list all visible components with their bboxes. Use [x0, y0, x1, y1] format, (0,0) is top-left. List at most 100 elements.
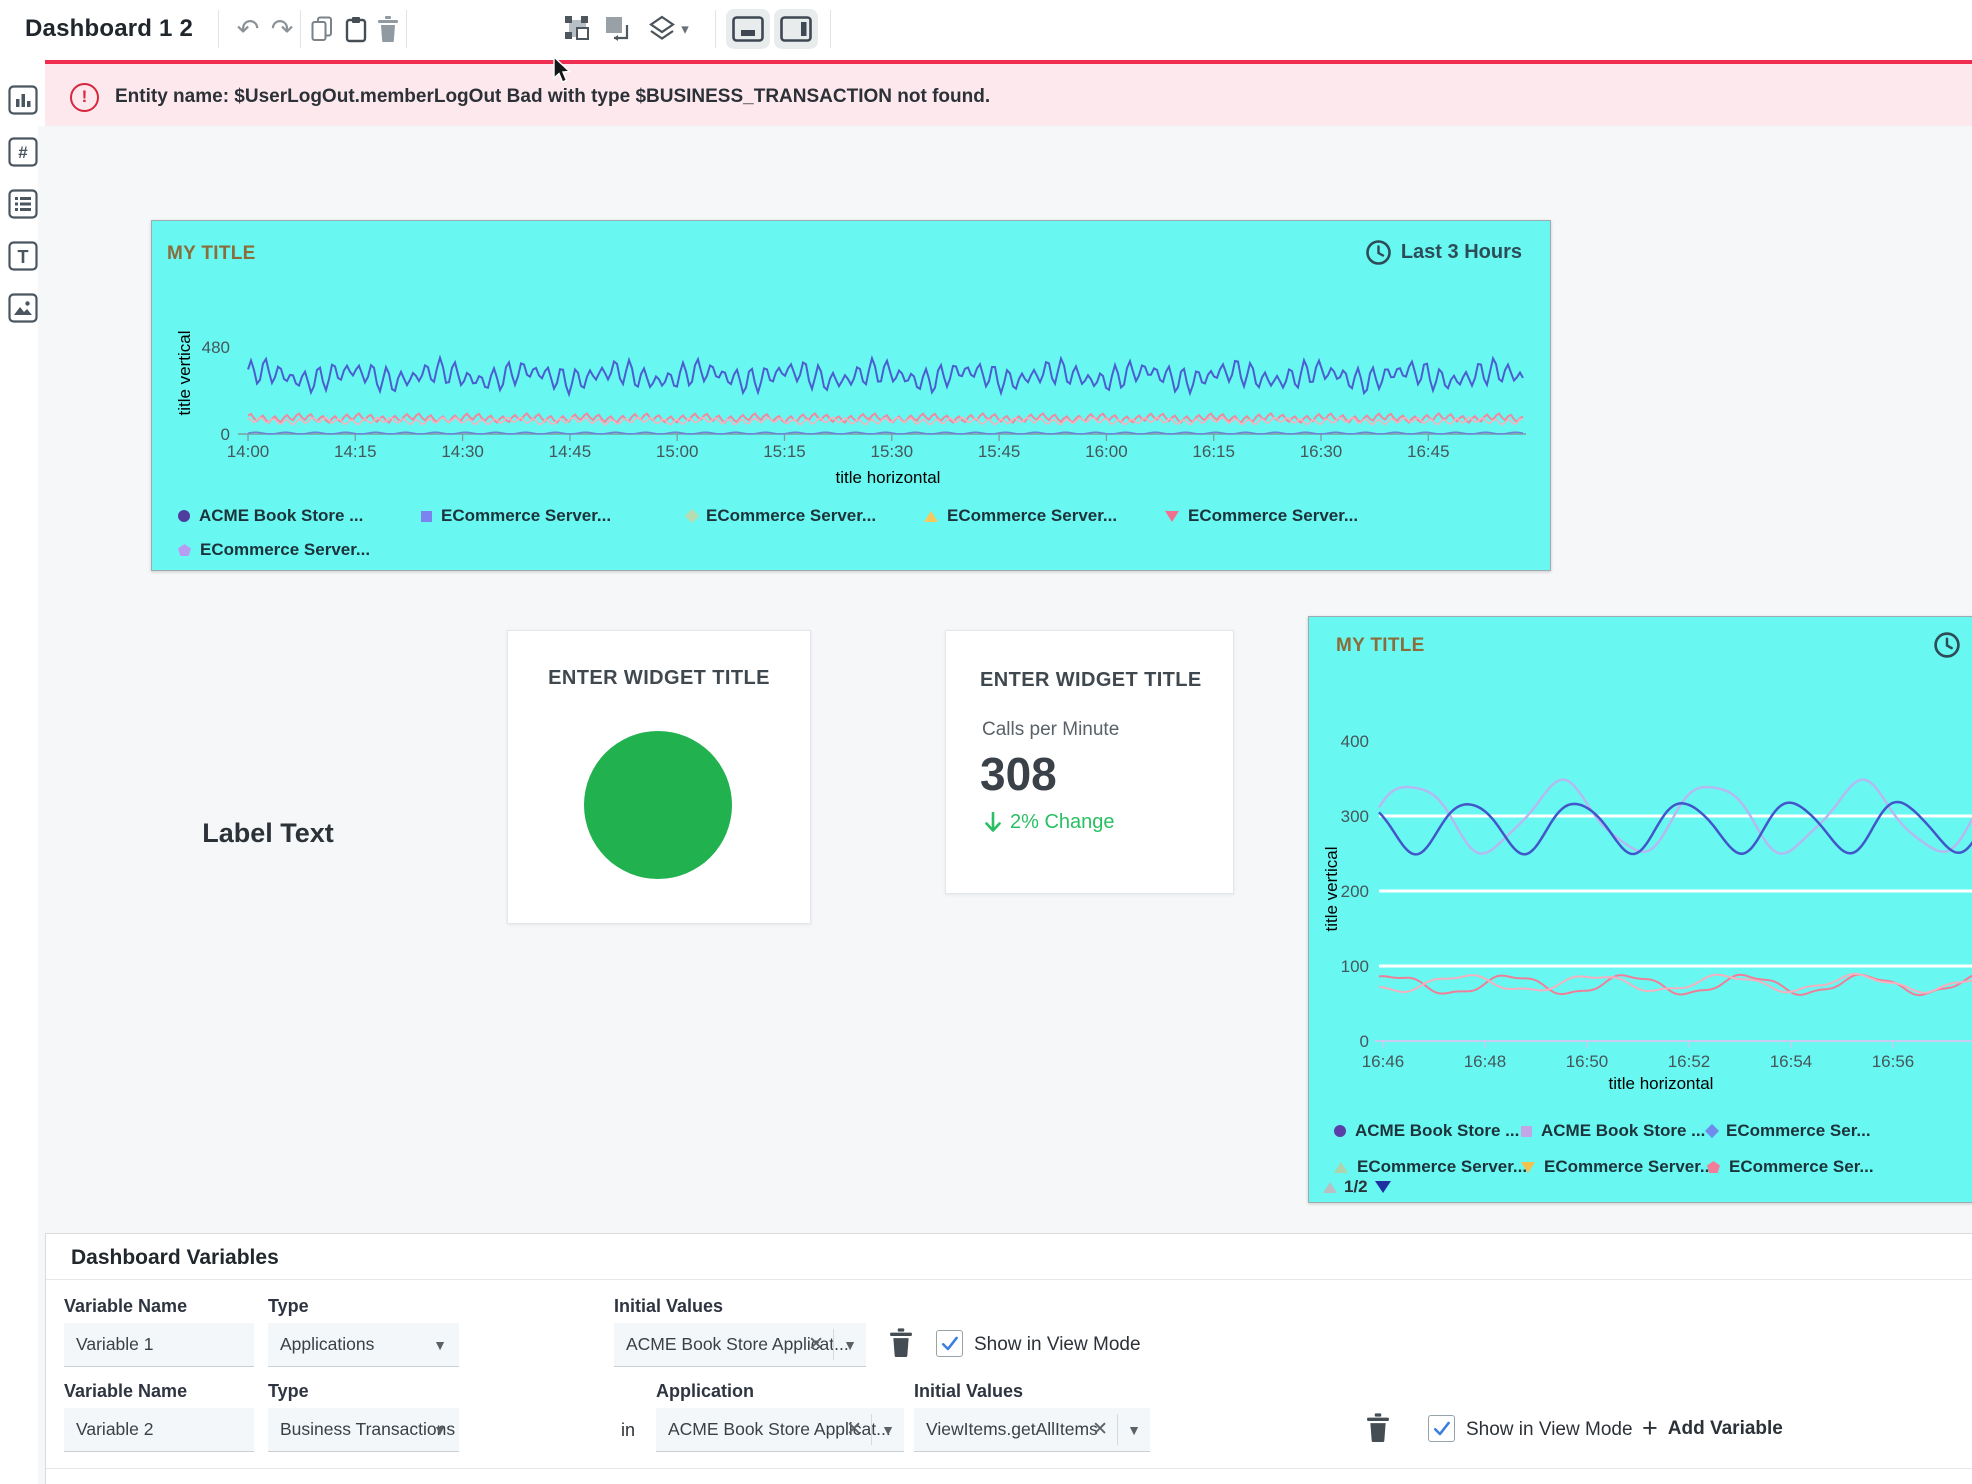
- group-button[interactable]: [558, 8, 598, 50]
- time-range[interactable]: Last 3 Hours: [1365, 239, 1522, 266]
- metric-change: 2% Change: [984, 811, 1115, 834]
- chevron-down-icon[interactable]: ▼: [843, 1337, 857, 1353]
- metric-value: 308: [980, 747, 1057, 801]
- sidebar-item-list-widget[interactable]: [8, 189, 38, 219]
- triangle-up-marker-icon: [924, 511, 938, 522]
- delete-button[interactable]: [368, 8, 408, 50]
- legend-label: ECommerce Server...: [1544, 1157, 1714, 1177]
- variable-name-value: Variable 1: [76, 1334, 154, 1355]
- chart-legend: ACME Book Store ... ACME Book Store ... EC…: [1334, 1117, 1972, 1189]
- number-widget-icon: #: [8, 137, 38, 167]
- svg-text:#: #: [18, 143, 28, 162]
- type-label: Type: [268, 1381, 309, 1402]
- delete-variable-button[interactable]: [889, 1328, 913, 1362]
- clear-icon[interactable]: ✕: [1092, 1418, 1108, 1441]
- svg-text:16:50: 16:50: [1566, 1052, 1609, 1071]
- show-in-view-mode-label: Show in View Mode: [1466, 1419, 1633, 1441]
- show-in-view-mode-checkbox[interactable]: [1428, 1415, 1455, 1442]
- right-panel-toggle[interactable]: [774, 9, 818, 49]
- green-circle: [584, 731, 732, 879]
- svg-text:16:45: 16:45: [1407, 442, 1450, 461]
- legend-item: ECommerce Server...: [178, 540, 370, 560]
- circle-widget[interactable]: ENTER WIDGET TITLE: [507, 630, 811, 924]
- redo-icon: ↷: [271, 16, 294, 43]
- bottom-panel-toggle[interactable]: [726, 9, 770, 49]
- svg-text:title horizontal: title horizontal: [1609, 1074, 1714, 1093]
- chevron-down-icon[interactable]: ▼: [881, 1422, 895, 1438]
- variable-name-label: Variable Name: [64, 1296, 187, 1317]
- toolbar-divider: [830, 10, 831, 48]
- triangle-down-marker-icon: [1521, 1162, 1535, 1173]
- variable-name-input[interactable]: Variable 2: [64, 1408, 254, 1452]
- error-message: Entity name: $UserLogOut.memberLogOut Ba…: [115, 86, 990, 108]
- add-variable-label: Add Variable: [1668, 1418, 1783, 1440]
- initial-values-label: Initial Values: [614, 1296, 723, 1317]
- application-combo[interactable]: ACME Book Store Applicat... ✕ ▼: [656, 1408, 904, 1452]
- dashboard-title: Dashboard 1 2: [25, 15, 193, 43]
- svg-text:16:46: 16:46: [1362, 1052, 1405, 1071]
- pentagon-marker-icon: [1707, 1161, 1720, 1173]
- svg-text:title horizontal: title horizontal: [836, 468, 941, 487]
- chevron-down-icon[interactable]: ▼: [1127, 1422, 1141, 1438]
- legend-item: ACME Book Store ...: [1334, 1121, 1519, 1141]
- svg-text:100: 100: [1341, 957, 1369, 976]
- show-in-view-mode-checkbox[interactable]: [936, 1330, 963, 1357]
- checkmark-icon: [940, 1334, 959, 1353]
- timeseries-widget-2[interactable]: MY TITLE 16:4616:4816:5016:5216:5416:564…: [1308, 616, 1972, 1203]
- legend-label: ACME Book Store ...: [1541, 1121, 1705, 1141]
- trash-icon: [1366, 1413, 1390, 1442]
- legend-pagination: 1/2: [1323, 1177, 1391, 1197]
- label-widget[interactable]: Label Text: [168, 818, 368, 849]
- svg-text:15:15: 15:15: [763, 442, 806, 461]
- dashboard-variables-panel: Dashboard Variables Variable Name Variab…: [45, 1233, 1972, 1484]
- sidebar-item-metric-widget[interactable]: #: [8, 137, 38, 167]
- page-down-icon[interactable]: [1375, 1181, 1391, 1193]
- plus-icon: +: [1642, 1415, 1658, 1442]
- sidebar-item-text-widget[interactable]: T: [8, 241, 38, 271]
- widget-title: ENTER WIDGET TITLE: [980, 669, 1202, 692]
- legend-item: ECommerce Server...: [1165, 506, 1358, 526]
- svg-text:15:00: 15:00: [656, 442, 699, 461]
- legend-item: ECommerce Server...: [1521, 1157, 1714, 1177]
- add-variable-button[interactable]: + Add Variable: [1642, 1415, 1783, 1442]
- type-select[interactable]: Applications ▼: [268, 1323, 459, 1367]
- svg-text:16:54: 16:54: [1770, 1052, 1813, 1071]
- widget-title: MY TITLE: [1336, 635, 1425, 657]
- initial-values-combo[interactable]: ViewItems.getAllItems ✕ ▼: [914, 1408, 1150, 1452]
- svg-text:200: 200: [1341, 882, 1369, 901]
- list-widget-icon: [8, 189, 38, 219]
- image-widget-icon: [8, 293, 38, 323]
- svg-text:480: 480: [202, 338, 230, 357]
- variable-name-input[interactable]: Variable 1: [64, 1323, 254, 1367]
- layers-icon: [648, 15, 676, 43]
- divider: [833, 1329, 834, 1360]
- ungroup-button[interactable]: [598, 8, 638, 50]
- timeseries-widget-1[interactable]: MY TITLE Last 3 Hours 14:0014:1514:3014:…: [151, 220, 1551, 571]
- type-value: Applications: [280, 1334, 374, 1355]
- pentagon-marker-icon: [178, 544, 191, 556]
- svg-text:16:52: 16:52: [1668, 1052, 1711, 1071]
- legend-item: ECommerce Ser...: [1707, 1157, 1874, 1177]
- show-in-view-mode-label: Show in View Mode: [974, 1334, 1141, 1356]
- layers-menu-button[interactable]: ▾: [674, 8, 696, 50]
- text-widget-icon: T: [8, 241, 38, 271]
- metric-widget[interactable]: ENTER WIDGET TITLE Calls per Minute 308 …: [945, 630, 1234, 894]
- svg-text:T: T: [18, 247, 29, 267]
- error-banner: ! Entity name: $UserLogOut.memberLogOut …: [45, 60, 1972, 130]
- initial-value: ViewItems.getAllItems: [926, 1419, 1098, 1440]
- square-marker-icon: [1521, 1126, 1532, 1137]
- svg-text:16:56: 16:56: [1872, 1052, 1915, 1071]
- page-up-icon[interactable]: [1323, 1182, 1337, 1193]
- sidebar-item-chart-widget[interactable]: [8, 85, 38, 115]
- redo-button[interactable]: ↷: [262, 8, 302, 50]
- initial-values-combo[interactable]: ACME Book Store Applicat... ✕ ▼: [614, 1323, 866, 1367]
- time-range[interactable]: [1933, 631, 1961, 659]
- legend-label: ECommerce Ser...: [1729, 1157, 1874, 1177]
- svg-text:400: 400: [1341, 732, 1369, 751]
- clear-icon[interactable]: ✕: [808, 1333, 824, 1356]
- bottom-panel-toggle-icon: [732, 16, 764, 42]
- clear-icon[interactable]: ✕: [846, 1418, 862, 1441]
- sidebar-item-image-widget[interactable]: [8, 293, 38, 323]
- delete-variable-button[interactable]: [1366, 1413, 1390, 1447]
- type-select[interactable]: Business Transactions ▼: [268, 1408, 459, 1452]
